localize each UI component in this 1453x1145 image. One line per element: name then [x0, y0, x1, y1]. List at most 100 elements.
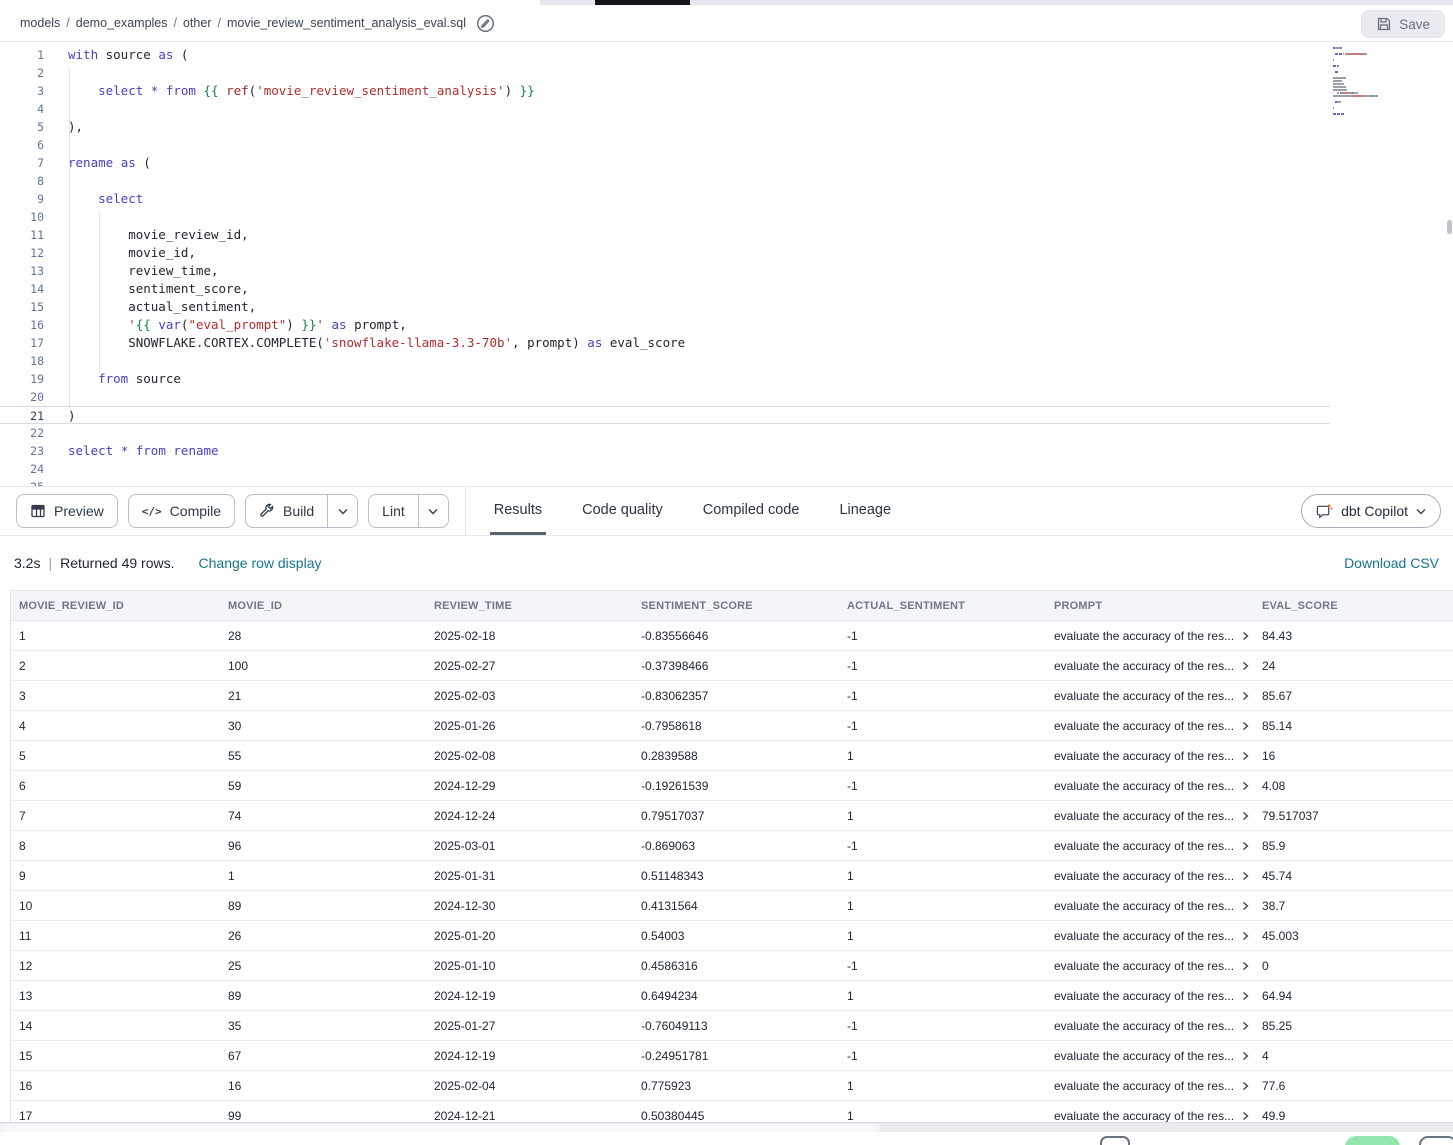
lint-dropdown-chevron[interactable] [418, 495, 448, 527]
chevron-right-icon[interactable] [1241, 811, 1250, 821]
build-button[interactable]: Build [246, 495, 327, 527]
footer-button-partial[interactable] [1419, 1136, 1453, 1145]
code-line[interactable]: 7rename as ( [0, 154, 1453, 172]
chevron-right-icon[interactable] [1241, 661, 1250, 671]
code-line[interactable]: 15 actual_sentiment, [0, 298, 1453, 316]
code-line[interactable]: 23select * from rename [0, 442, 1453, 460]
copilot-edit-icon[interactable] [476, 13, 496, 33]
code-line[interactable]: 14 sentiment_score, [0, 280, 1453, 298]
build-dropdown-chevron[interactable] [327, 495, 357, 527]
tab-code-quality[interactable]: Code quality [578, 487, 667, 535]
prompt-cell-expander[interactable]: evaluate the accuracy of the res... [1046, 891, 1254, 920]
preview-button[interactable]: Preview [16, 494, 118, 528]
code-editor[interactable]: 1with source as (23 select * from {{ ref… [0, 42, 1453, 486]
chevron-right-icon[interactable] [1241, 781, 1250, 791]
chevron-right-icon[interactable] [1241, 1111, 1250, 1121]
table-cell: 1 [839, 741, 1046, 770]
table-cell: 59 [220, 771, 426, 800]
breadcrumb-filename: movie_review_sentiment_analysis_eval.sql [227, 16, 466, 30]
code-line[interactable]: 18 [0, 352, 1453, 370]
prompt-truncated-text: evaluate the accuracy of the res... [1054, 839, 1234, 853]
code-line[interactable]: 13 review_time, [0, 262, 1453, 280]
table-cell: 2024-12-24 [426, 801, 633, 830]
code-text: select * from rename [44, 442, 219, 460]
tab-lineage[interactable]: Lineage [835, 487, 895, 535]
code-line[interactable]: 8 [0, 172, 1453, 190]
prompt-cell-expander[interactable]: evaluate the accuracy of the res... [1046, 681, 1254, 710]
prompt-cell-expander[interactable]: evaluate the accuracy of the res... [1046, 981, 1254, 1010]
code-line[interactable]: 5), [0, 118, 1453, 136]
chevron-right-icon[interactable] [1241, 931, 1250, 941]
breadcrumb-models[interactable]: models [20, 16, 60, 30]
breadcrumb-demo-examples[interactable]: demo_examples [76, 16, 168, 30]
line-number: 15 [0, 298, 44, 316]
line-number: 5 [0, 118, 44, 136]
chevron-right-icon[interactable] [1241, 901, 1250, 911]
code-text: with source as ( [44, 46, 188, 64]
footer-green-pill-partial[interactable] [1345, 1136, 1400, 1145]
horizontal-scrollbar[interactable] [0, 1122, 1453, 1132]
code-text [44, 352, 68, 370]
code-line[interactable]: 20 [0, 388, 1453, 406]
code-line[interactable]: 10 [0, 208, 1453, 226]
download-csv-link[interactable]: Download CSV [1344, 555, 1439, 571]
prompt-cell-expander[interactable]: evaluate the accuracy of the res... [1046, 711, 1254, 740]
breadcrumb-other[interactable]: other [183, 16, 212, 30]
prompt-cell-expander[interactable]: evaluate the accuracy of the res... [1046, 1101, 1254, 1122]
eval-score-cell: 79.517037 [1254, 801, 1453, 830]
code-line[interactable]: 19 from source [0, 370, 1453, 388]
prompt-cell-expander[interactable]: evaluate the accuracy of the res... [1046, 621, 1254, 650]
prompt-cell-expander[interactable]: evaluate the accuracy of the res... [1046, 651, 1254, 680]
chevron-right-icon[interactable] [1241, 691, 1250, 701]
chevron-right-icon[interactable] [1241, 871, 1250, 881]
lint-button[interactable]: Lint [369, 495, 418, 527]
chevron-right-icon[interactable] [1241, 1081, 1250, 1091]
column-header-actual-sentiment: ACTUAL_SENTIMENT [839, 591, 1046, 620]
compile-button[interactable]: </> Compile [128, 494, 235, 528]
chevron-right-icon[interactable] [1241, 961, 1250, 971]
footer-button-partial[interactable] [1100, 1136, 1130, 1145]
code-line[interactable]: 1with source as ( [0, 46, 1453, 64]
code-line[interactable]: 17 SNOWFLAKE.CORTEX.COMPLETE('snowflake-… [0, 334, 1453, 352]
code-line[interactable]: 24 [0, 460, 1453, 478]
prompt-cell-expander[interactable]: evaluate the accuracy of the res... [1046, 831, 1254, 860]
code-line[interactable]: 2 [0, 64, 1453, 82]
change-row-display-link[interactable]: Change row display [199, 555, 322, 571]
code-line[interactable]: 21) [0, 406, 1330, 424]
prompt-cell-expander[interactable]: evaluate the accuracy of the res... [1046, 801, 1254, 830]
prompt-cell-expander[interactable]: evaluate the accuracy of the res... [1046, 951, 1254, 980]
prompt-cell-expander[interactable]: evaluate the accuracy of the res... [1046, 1071, 1254, 1100]
tab-results[interactable]: Results [490, 487, 546, 535]
chevron-right-icon[interactable] [1241, 631, 1250, 641]
code-line[interactable]: 25 [0, 478, 1453, 486]
dbt-copilot-button[interactable]: dbt Copilot [1301, 494, 1441, 528]
editor-minimap[interactable] [1333, 46, 1445, 122]
code-line[interactable]: 22 [0, 424, 1453, 442]
chevron-right-icon[interactable] [1241, 991, 1250, 1001]
chevron-right-icon[interactable] [1241, 841, 1250, 851]
prompt-cell-expander[interactable]: evaluate the accuracy of the res... [1046, 1011, 1254, 1040]
line-number: 20 [0, 388, 44, 406]
horizontal-scrollbar-thumb[interactable] [0, 1124, 880, 1132]
code-line[interactable]: 11 movie_review_id, [0, 226, 1453, 244]
chevron-right-icon[interactable] [1241, 1051, 1250, 1061]
code-line[interactable]: 4 [0, 100, 1453, 118]
table-cell: 14 [11, 1011, 220, 1040]
prompt-cell-expander[interactable]: evaluate the accuracy of the res... [1046, 741, 1254, 770]
chevron-right-icon[interactable] [1241, 1021, 1250, 1031]
table-cell: 74 [220, 801, 426, 830]
chevron-right-icon[interactable] [1241, 721, 1250, 731]
prompt-cell-expander[interactable]: evaluate the accuracy of the res... [1046, 861, 1254, 890]
code-line[interactable]: 9 select [0, 190, 1453, 208]
code-line[interactable]: 12 movie_id, [0, 244, 1453, 262]
code-line[interactable]: 16 '{{ var("eval_prompt") }}' as prompt, [0, 316, 1453, 334]
code-line[interactable]: 6 [0, 136, 1453, 154]
prompt-cell-expander[interactable]: evaluate the accuracy of the res... [1046, 921, 1254, 950]
tab-compiled-code[interactable]: Compiled code [699, 487, 804, 535]
chevron-right-icon[interactable] [1241, 751, 1250, 761]
editor-vertical-scrollbar-thumb[interactable] [1447, 220, 1452, 234]
code-line[interactable]: 3 select * from {{ ref('movie_review_sen… [0, 82, 1453, 100]
prompt-cell-expander[interactable]: evaluate the accuracy of the res... [1046, 1041, 1254, 1070]
prompt-cell-expander[interactable]: evaluate the accuracy of the res... [1046, 771, 1254, 800]
save-button[interactable]: Save [1361, 10, 1445, 38]
